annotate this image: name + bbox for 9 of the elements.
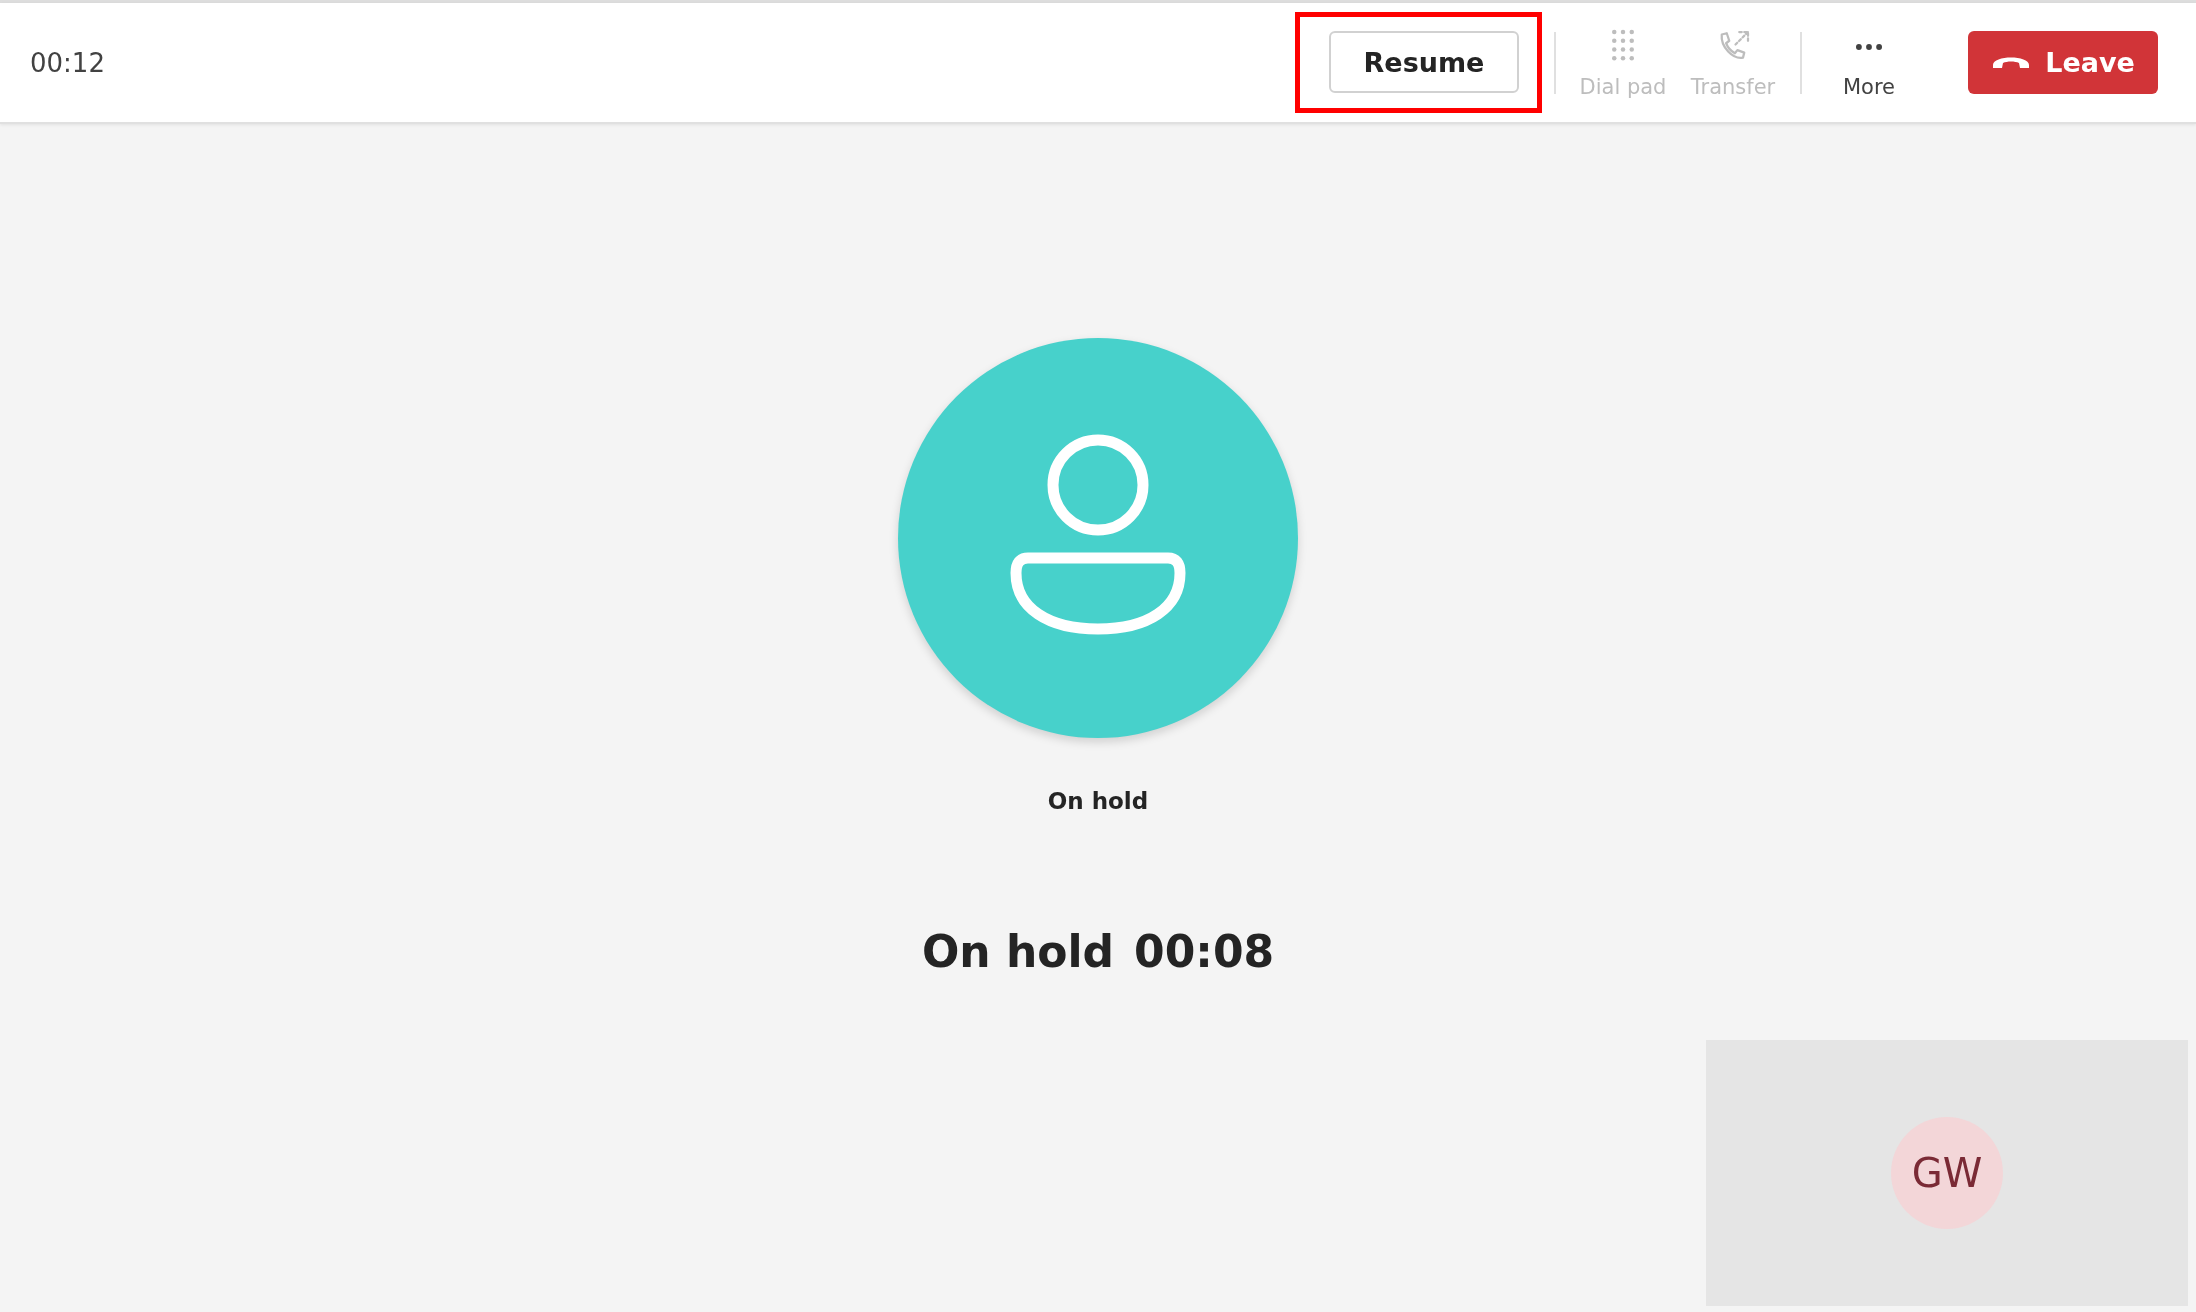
- more-icon: [1856, 43, 1882, 50]
- hold-label: On hold: [921, 926, 1115, 977]
- participant-status: On hold: [1047, 788, 1149, 814]
- call-timer: 00:12: [30, 47, 105, 78]
- resume-button[interactable]: Resume: [1329, 31, 1519, 93]
- hold-timer: 00:08: [1134, 926, 1275, 977]
- more-button[interactable]: More: [1814, 26, 1924, 99]
- initials-avatar: GW: [1891, 1117, 2003, 1229]
- leave-button[interactable]: Leave: [1968, 31, 2158, 94]
